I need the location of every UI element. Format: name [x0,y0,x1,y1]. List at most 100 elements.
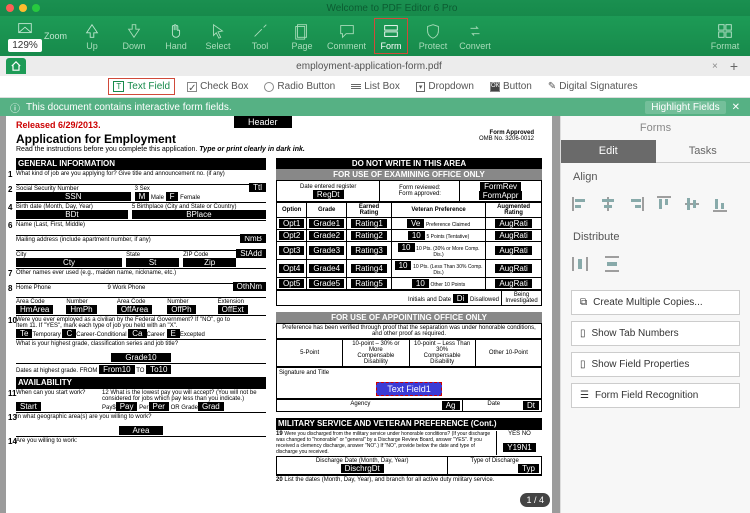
down-button[interactable]: Down [117,18,151,54]
highlight-fields-button[interactable]: Highlight Fields [645,101,725,114]
grade-field[interactable]: Grade1 [309,219,344,228]
show-field-properties-button[interactable]: ▯Show Field Properties [571,352,740,377]
selected-text-field[interactable]: Text Field1 [376,382,442,396]
list-box-tool[interactable]: List Box [347,79,404,94]
hmarea-field[interactable]: HmArea [16,305,53,314]
format-button[interactable]: Format [708,18,742,54]
form-button[interactable]: Form [374,18,408,54]
up-button[interactable]: Up [75,18,109,54]
dischrgdt-field[interactable]: DischrgDt [341,464,384,473]
opt-field[interactable]: Opt2 [279,231,304,240]
window-maximize[interactable] [32,4,40,12]
aug-field[interactable]: AugRati [495,219,531,228]
offext-field[interactable]: OffExt [218,305,248,314]
distribute-v-icon[interactable] [603,255,621,273]
ca-field[interactable]: Ca [128,329,146,338]
te-field[interactable]: Te [16,329,32,338]
opt-field[interactable]: Opt1 [279,219,304,228]
convert-button[interactable]: Convert [458,18,492,54]
select-button[interactable]: Select [201,18,235,54]
align-left-icon[interactable] [571,195,589,213]
ssn-field[interactable]: SSN [16,192,131,201]
grade-field[interactable]: Grade3 [309,246,344,255]
radio-button-tool[interactable]: Radio Button [260,79,339,94]
rating-field[interactable]: Rating3 [351,246,387,255]
grade-field[interactable]: Grade5 [309,279,344,288]
di-field[interactable]: Di [453,294,469,303]
grade-field[interactable]: Grade4 [309,264,344,273]
rating-field[interactable]: Rating5 [351,279,387,288]
c-field[interactable]: C [62,329,76,338]
area-field[interactable]: Area [119,426,164,435]
form-field-recognition-button[interactable]: ☰Form Field Recognition [571,383,740,408]
protect-button[interactable]: Protect [416,18,450,54]
formrev-field[interactable]: FormRev [480,182,521,191]
rating-field[interactable]: Rating2 [351,231,387,240]
window-close[interactable] [6,4,14,12]
offarea-field[interactable]: OffArea [117,305,152,314]
bdt-field[interactable]: BDt [16,210,128,219]
infobar-close-icon[interactable]: ✕ [732,102,740,113]
window-minimize[interactable] [19,4,27,12]
cty-field[interactable]: Cty [16,258,122,267]
offph-field[interactable]: OffPh [167,305,195,314]
to10-field[interactable]: To10 [146,365,171,374]
tab-edit[interactable]: Edit [561,140,656,163]
zoom-value[interactable]: 129% [8,39,42,52]
aug-field[interactable]: AugRati [495,279,531,288]
pdf-page[interactable]: Released 6/29/2013. Header Application f… [6,116,552,513]
per-field[interactable]: Per [149,402,169,411]
regdt-field[interactable]: RegDt [313,190,344,199]
start-field[interactable]: Start [16,402,41,411]
align-center-v-icon[interactable] [683,195,701,213]
othnm-field[interactable]: OthNm [233,282,266,291]
aug-field[interactable]: AugRati [495,246,531,255]
stadd-field[interactable]: StAdd [236,249,266,258]
grade10-field[interactable]: Grade10 [111,353,170,362]
vet-field[interactable]: 10 [395,261,412,270]
tool-button[interactable]: Tool [243,18,277,54]
button-tool[interactable]: OKButton [486,79,536,94]
zip-field[interactable]: Zip [183,258,236,267]
hand-button[interactable]: Hand [159,18,193,54]
check-box-tool[interactable]: ✓Check Box [183,79,252,94]
opt-field[interactable]: Opt3 [279,246,304,255]
rating-field[interactable]: Rating4 [351,264,387,273]
tab-filename[interactable]: employment-application-form.pdf [32,61,706,72]
create-copies-button[interactable]: ⧉Create Multiple Copies... [571,290,740,315]
tab-tasks[interactable]: Tasks [656,140,750,163]
tab-close-icon[interactable]: × [706,61,724,72]
dt-field[interactable]: Dt [523,401,539,410]
align-center-h-icon[interactable] [599,195,617,213]
ag-field[interactable]: Ag [442,401,460,410]
y19n1-field[interactable]: Y19N1 [503,443,535,452]
opt-field[interactable]: Opt4 [279,264,304,273]
from10-field[interactable]: From10 [99,365,135,374]
home-button[interactable] [6,58,26,74]
digital-signatures-tool[interactable]: ✎Digital Signatures [544,79,642,94]
document-area[interactable]: Released 6/29/2013. Header Application f… [0,116,560,513]
opt-field[interactable]: Opt5 [279,279,304,288]
f-field[interactable]: F [166,192,179,201]
vet-field[interactable]: 10 [412,279,429,288]
grad-field[interactable]: Grad [198,402,224,411]
m-field[interactable]: M [135,192,150,201]
text-field-tool[interactable]: TText Field [108,78,175,95]
ttl-field[interactable]: Ttl [249,183,266,192]
formappr-field[interactable]: FormAppr [479,191,523,200]
header-field[interactable]: Header [234,116,292,128]
pay-field[interactable]: Pay [116,402,138,411]
align-bottom-icon[interactable] [711,195,729,213]
zoom-group[interactable]: 129% [8,18,42,54]
align-right-icon[interactable] [627,195,645,213]
typ-field[interactable]: Typ [518,464,539,473]
hmph-field[interactable]: HmPh [66,305,96,314]
aug-field[interactable]: AugRati [495,264,531,273]
st-field[interactable]: St [126,258,179,267]
show-tab-numbers-button[interactable]: ▯Show Tab Numbers [571,321,740,346]
grade-field[interactable]: Grade2 [309,231,344,240]
e-field[interactable]: E [167,329,180,338]
comment-button[interactable]: Comment [327,18,366,54]
page-button[interactable]: Page [285,18,319,54]
vet-field[interactable]: 10 [398,243,415,252]
